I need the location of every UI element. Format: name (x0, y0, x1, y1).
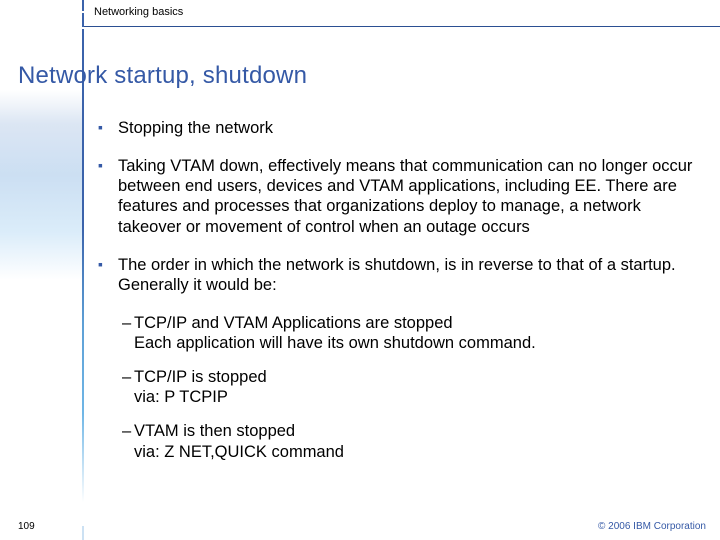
header-bar: Networking basics (0, 0, 720, 30)
copyright: © 2006 IBM Corporation (598, 521, 706, 532)
header-tick-upper (82, 0, 84, 11)
bullet-item: Stopping the network (98, 118, 696, 138)
bullet-text: Stopping the network (118, 119, 273, 137)
sub-line1: TCP/IP is stopped (134, 368, 267, 386)
dash-icon: – (122, 367, 131, 387)
bullet-text: The order in which the network is shutdo… (118, 256, 676, 294)
sub-item: – TCP/IP and VTAM Applications are stopp… (98, 313, 696, 353)
dash-icon: – (122, 421, 131, 441)
bullet-item: Taking VTAM down, effectively means that… (98, 156, 696, 237)
sub-line2: Each application will have its own shutd… (134, 333, 696, 353)
sub-line2: via: Z NET,QUICK command (134, 442, 696, 462)
sub-line1: TCP/IP and VTAM Applications are stopped (134, 314, 453, 332)
header-underline (84, 26, 720, 27)
page-number: 109 (18, 521, 35, 532)
dash-icon: – (122, 313, 131, 333)
vertical-rule (82, 29, 84, 522)
header-tick-lower (82, 13, 84, 27)
footer-tick (82, 526, 84, 540)
content-area: Stopping the network Taking VTAM down, e… (98, 118, 696, 476)
sub-line2: via: P TCPIP (134, 387, 696, 407)
side-gradient-band (0, 90, 82, 280)
bullet-item: The order in which the network is shutdo… (98, 255, 696, 295)
sub-item: – TCP/IP is stopped via: P TCPIP (98, 367, 696, 407)
sub-line1: VTAM is then stopped (134, 422, 295, 440)
slide: Networking basics Network startup, shutd… (0, 0, 720, 540)
sub-item: – VTAM is then stopped via: Z NET,QUICK … (98, 421, 696, 461)
header-label: Networking basics (94, 6, 183, 18)
slide-title: Network startup, shutdown (18, 62, 307, 90)
bullet-text: Taking VTAM down, effectively means that… (118, 157, 692, 235)
